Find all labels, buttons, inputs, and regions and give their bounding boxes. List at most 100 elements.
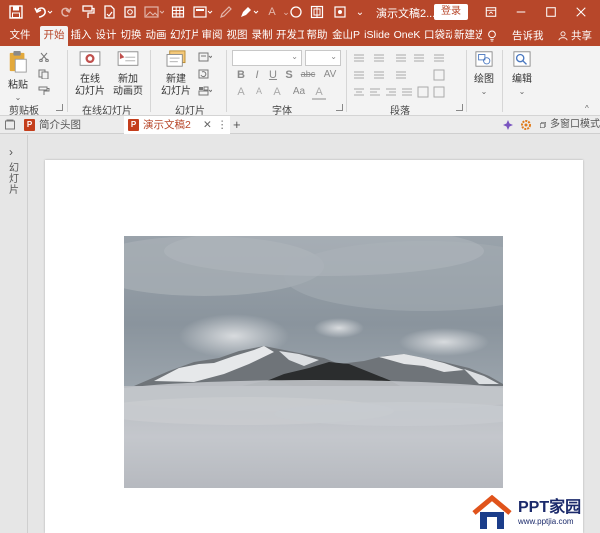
picture-frame-icon[interactable] xyxy=(332,4,348,20)
format-painter-brush-icon[interactable] xyxy=(38,86,50,96)
group-separator xyxy=(346,50,347,112)
font-grow-button[interactable]: A xyxy=(234,86,248,98)
home-tab-icon[interactable] xyxy=(4,119,16,131)
tab-slideshow[interactable]: 幻灯片 xyxy=(170,26,198,46)
tab-developer[interactable]: 开发工 xyxy=(276,26,304,46)
drawing-button[interactable]: 绘图 ⌄ xyxy=(470,50,498,98)
share-button[interactable]: 共享 xyxy=(558,28,592,43)
expand-panel-toggle[interactable]: › xyxy=(9,145,13,159)
online-slides-group-label: 在线幻灯片 xyxy=(82,106,132,117)
slides-panel-label: 幻灯片 xyxy=(9,163,19,196)
paste-button[interactable]: 粘贴 ⌄ xyxy=(6,50,30,104)
tell-me-label: 告诉我 xyxy=(512,30,544,42)
tab-home[interactable]: 开始 xyxy=(40,26,68,46)
clear-format-button[interactable]: A xyxy=(270,86,284,98)
reset-icon[interactable] xyxy=(198,69,210,79)
tab-pocket[interactable]: 口袋动 xyxy=(424,26,452,46)
multi-window-label: 多窗口模式 xyxy=(550,119,600,130)
layout-icon[interactable] xyxy=(198,52,212,62)
title-bar: A ⌄ ⌄ 演示文稿2... 登录 xyxy=(0,0,600,24)
print-preview-icon[interactable] xyxy=(122,4,138,20)
document-title: 演示文稿2... xyxy=(376,8,436,20)
paragraph-tools[interactable] xyxy=(352,52,462,100)
format-painter-icon[interactable] xyxy=(80,4,96,20)
tab-islide[interactable]: iSlide xyxy=(362,26,392,46)
group-separator xyxy=(466,50,467,112)
paragraph-launcher[interactable] xyxy=(456,104,463,111)
pen-icon[interactable] xyxy=(218,4,234,20)
tab-onekey[interactable]: OneK xyxy=(393,26,421,46)
tab-new-custom[interactable]: 新建选 xyxy=(454,26,482,46)
multi-window-icon xyxy=(540,122,546,128)
document-tab-active[interactable]: P 演示文稿2 ✕ ⋮ xyxy=(124,116,230,134)
new-document-icon[interactable] xyxy=(101,4,117,20)
tab-view[interactable]: 视图 xyxy=(226,26,248,46)
cut-icon[interactable] xyxy=(38,52,50,62)
table-icon[interactable] xyxy=(170,4,186,20)
text-shadow-button[interactable]: S xyxy=(282,69,296,81)
group-separator xyxy=(67,50,68,112)
image-icon[interactable] xyxy=(143,4,165,20)
new-animation-page-label: 新加 动画页 xyxy=(113,74,143,97)
tab-record[interactable]: 录制 xyxy=(251,26,273,46)
slide-thumbnail-panel: › 幻灯片 xyxy=(0,135,28,533)
quick-access-more-icon[interactable]: ⌄ xyxy=(352,4,368,20)
new-animation-page-button[interactable]: 新加 动画页 xyxy=(111,50,145,98)
minimize-icon[interactable] xyxy=(506,2,536,22)
font-shrink-button[interactable]: A xyxy=(252,86,266,96)
shape-icon[interactable] xyxy=(288,4,304,20)
maximize-icon[interactable] xyxy=(536,2,566,22)
strikethrough-button[interactable]: abc xyxy=(298,69,318,79)
save-icon[interactable] xyxy=(8,4,24,20)
underline-button[interactable]: U xyxy=(266,69,280,81)
tab-animations[interactable]: 动画 xyxy=(145,26,167,46)
new-slide-button[interactable]: 新建 幻灯片 xyxy=(157,50,195,98)
section-icon[interactable] xyxy=(198,86,212,96)
ribbon: 粘贴 ⌄ 剪贴板 在线 幻灯片 新加 动画页 在线幻灯片 新建 幻灯片 幻灯片 … xyxy=(0,46,600,117)
slide-layout-icon[interactable] xyxy=(192,4,214,20)
paragraph-group-label: 段落 xyxy=(390,106,410,117)
theme-icon[interactable] xyxy=(502,119,514,131)
tab-review[interactable]: 审阅 xyxy=(201,26,223,46)
copy-icon[interactable] xyxy=(38,69,50,79)
arrange-icon[interactable] xyxy=(309,4,325,20)
collapse-ribbon-icon[interactable]: ^ xyxy=(585,104,589,113)
document-tab[interactable]: P 简介头图 xyxy=(20,116,124,134)
multi-window-mode-button[interactable]: 多窗口模式 xyxy=(538,116,600,134)
powerpoint-icon: P xyxy=(24,119,35,131)
new-tab-button[interactable]: + xyxy=(233,116,241,134)
close-tab-icon[interactable]: ✕ xyxy=(203,116,212,134)
redo-icon[interactable] xyxy=(58,4,74,20)
tab-jinshan[interactable]: 金山P xyxy=(331,26,361,46)
clipboard-group-label: 剪贴板 xyxy=(9,106,39,117)
font-name-dropdown[interactable]: ⌄ xyxy=(232,50,302,66)
change-case-button[interactable]: Aa xyxy=(290,86,308,97)
clipboard-launcher[interactable] xyxy=(56,104,63,111)
document-tab-bar: P 简介头图 P 演示文稿2 ✕ ⋮ + 多窗口模式 xyxy=(0,116,600,134)
tab-file[interactable]: 文件 xyxy=(6,26,34,46)
tab-help[interactable]: 帮助 xyxy=(306,26,328,46)
tab-insert[interactable]: 插入 xyxy=(70,26,92,46)
undo-icon[interactable] xyxy=(32,4,54,20)
tab-transitions[interactable]: 切换 xyxy=(120,26,142,46)
group-separator xyxy=(502,50,503,112)
person-icon xyxy=(558,30,568,40)
tab-design[interactable]: 设计 xyxy=(95,26,117,46)
close-icon[interactable] xyxy=(566,2,596,22)
login-button[interactable]: 登录 xyxy=(434,4,468,20)
bold-button[interactable]: B xyxy=(234,69,248,81)
font-color-button[interactable]: A xyxy=(312,86,326,100)
mountain-photo[interactable] xyxy=(124,236,503,488)
highlighter-icon[interactable] xyxy=(238,4,260,20)
character-spacing-button[interactable]: AV xyxy=(321,69,339,80)
tab-more-icon[interactable]: ⋮ xyxy=(217,116,228,134)
italic-button[interactable]: I xyxy=(250,69,264,81)
online-slides-label: 在线 幻灯片 xyxy=(75,74,105,97)
tell-me-box[interactable]: 告诉我 xyxy=(487,28,544,43)
font-size-dropdown[interactable]: ⌄ xyxy=(305,50,341,66)
font-launcher[interactable] xyxy=(336,104,343,111)
online-slides-button[interactable]: 在线 幻灯片 xyxy=(73,50,107,98)
editing-button[interactable]: 编辑 ⌄ xyxy=(508,50,536,98)
restore-ribbon-icon[interactable] xyxy=(476,2,506,22)
settings-icon[interactable] xyxy=(520,119,532,131)
